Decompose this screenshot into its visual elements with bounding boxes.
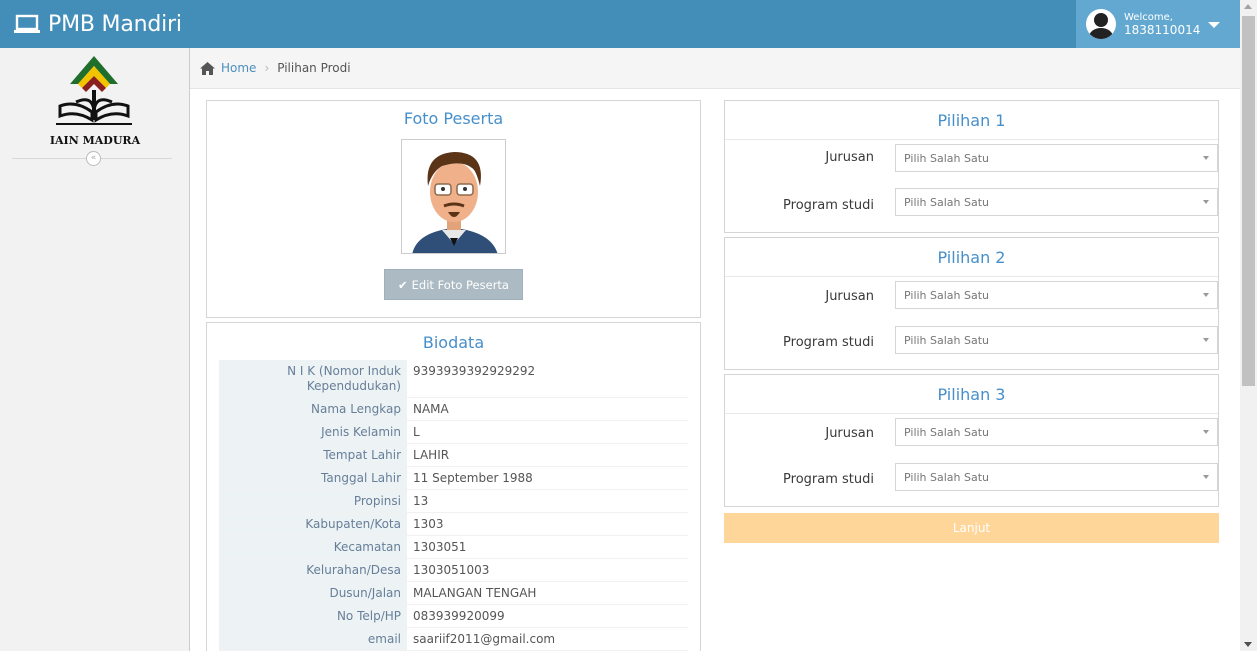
biodata-value: 083939920099 — [413, 609, 505, 623]
table-row: No Telp/HP 083939920099 — [219, 605, 688, 628]
biodata-value: 1303051003 — [413, 563, 490, 577]
lanjut-button[interactable]: Lanjut — [724, 513, 1219, 543]
username: 1838110014 — [1124, 23, 1201, 37]
biodata-value: 1303 — [413, 517, 444, 531]
dropdown-arrow-icon — [1203, 293, 1209, 297]
panel-divider — [725, 413, 1218, 414]
check-icon: ✔ — [398, 277, 408, 292]
caret-down-icon — [1208, 22, 1220, 28]
biodata-value: 13 — [413, 494, 429, 508]
page-scrollbar[interactable] — [1240, 0, 1257, 651]
jurusan-2-label: Jurusan — [825, 289, 874, 304]
brand-title: PMB Mandiri — [48, 11, 182, 37]
breadcrumb: Home › Pilihan Prodi — [190, 48, 1240, 89]
prodi-2-value: Pilih Salah Satu — [904, 333, 990, 347]
dropdown-arrow-icon — [1203, 475, 1209, 479]
biodata-label: Kecamatan — [219, 536, 407, 558]
home-icon — [200, 61, 215, 75]
sidebar-collapse-button[interactable]: « — [86, 151, 101, 166]
biodata-label: Tempat Lahir — [219, 444, 407, 466]
biodata-table: N I K (Nomor Induk Kependudukan) 9393939… — [219, 360, 688, 651]
biodata-label: Kelurahan/Desa — [219, 559, 407, 581]
pilihan-2-title: Pilihan 2 — [937, 248, 1006, 267]
biodata-label: N I K (Nomor Induk Kependudukan) — [219, 360, 407, 397]
dropdown-arrow-icon — [1203, 200, 1209, 204]
biodata-value: saariif2011@gmail.com — [413, 632, 556, 646]
biodata-value: 9393939392929292 — [413, 364, 536, 378]
pilihan-1-title: Pilihan 1 — [937, 111, 1006, 130]
breadcrumb-current: Pilihan Prodi — [277, 61, 351, 75]
table-row: Dusun/Jalan MALANGAN TENGAH — [219, 582, 688, 605]
panel-divider — [725, 139, 1218, 140]
scroll-up-icon[interactable] — [1244, 4, 1252, 9]
top-navbar: PMB Mandiri Welcome, 1838110014 — [0, 0, 1240, 48]
table-row: Tanggal Lahir 11 September 1988 — [219, 467, 688, 490]
biodata-value: MALANGAN TENGAH — [413, 586, 537, 600]
photo-panel-title: Foto Peserta — [403, 109, 504, 128]
prodi-2-select[interactable]: Pilih Salah Satu — [895, 326, 1218, 354]
jurusan-3-label: Jurusan — [825, 426, 874, 441]
biodata-label: Propinsi — [219, 490, 407, 512]
dropdown-arrow-icon — [1203, 338, 1209, 342]
prodi-1-value: Pilih Salah Satu — [904, 195, 990, 209]
biodata-value: 11 September 1988 — [413, 471, 533, 485]
table-row: Kabupaten/Kota 1303 — [219, 513, 688, 536]
panel-divider — [725, 276, 1218, 277]
biodata-title: Biodata — [422, 333, 485, 352]
dropdown-arrow-icon — [1203, 430, 1209, 434]
jurusan-3-value: Pilih Salah Satu — [904, 425, 990, 439]
biodata-value: LAHIR — [413, 448, 450, 462]
table-row: Propinsi 13 — [219, 490, 688, 513]
user-menu[interactable]: Welcome, 1838110014 — [1076, 0, 1240, 48]
jurusan-1-select[interactable]: Pilih Salah Satu — [895, 144, 1218, 172]
pilihan-3-title: Pilihan 3 — [937, 385, 1006, 404]
participant-photo — [401, 139, 506, 254]
biodata-value: NAMA — [413, 402, 449, 416]
scroll-thumb[interactable] — [1242, 16, 1255, 386]
prodi-1-label: Program studi — [783, 198, 874, 213]
jurusan-2-select[interactable]: Pilih Salah Satu — [895, 281, 1218, 309]
jurusan-1-value: Pilih Salah Satu — [904, 151, 990, 165]
table-row: N I K (Nomor Induk Kependudukan) 9393939… — [219, 360, 688, 398]
laptop-icon — [14, 14, 40, 33]
brand[interactable]: PMB Mandiri — [14, 0, 182, 48]
welcome-text: Welcome, 1838110014 — [1124, 12, 1200, 36]
biodata-label: Nama Lengkap — [219, 398, 407, 420]
dropdown-arrow-icon — [1203, 156, 1209, 160]
biodata-label: email — [219, 628, 407, 650]
prodi-2-label: Program studi — [783, 335, 874, 350]
table-row: Jenis Kelamin L — [219, 421, 688, 444]
biodata-label: Jenis Kelamin — [219, 421, 407, 443]
jurusan-1-label: Jurusan — [825, 150, 874, 165]
prodi-3-value: Pilih Salah Satu — [904, 470, 990, 484]
biodata-value: 1303051 — [413, 540, 467, 554]
iain-madura-logo — [56, 56, 132, 125]
table-row: Kecamatan 1303051 — [219, 536, 688, 559]
breadcrumb-home-link[interactable]: Home — [221, 61, 256, 75]
biodata-value: L — [413, 425, 420, 439]
biodata-label: No Telp/HP — [219, 605, 407, 627]
table-row: Nama Lengkap NAMA — [219, 398, 688, 421]
user-avatar-icon — [1086, 9, 1116, 39]
breadcrumb-separator: › — [264, 61, 270, 75]
biodata-label: Dusun/Jalan — [219, 582, 407, 604]
table-row: email saariif2011@gmail.com — [219, 628, 688, 651]
prodi-3-select[interactable]: Pilih Salah Satu — [895, 463, 1218, 491]
jurusan-3-select[interactable]: Pilih Salah Satu — [895, 418, 1218, 446]
jurusan-2-value: Pilih Salah Satu — [904, 288, 990, 302]
scroll-down-icon[interactable] — [1244, 642, 1252, 647]
edit-photo-button[interactable]: ✔ Edit Foto Peserta — [384, 269, 523, 300]
logo-text: IAIN MADURA — [49, 134, 141, 147]
biodata-label: Kabupaten/Kota — [219, 513, 407, 535]
table-row: Tempat Lahir LAHIR — [219, 444, 688, 467]
edit-photo-label: Edit Foto Peserta — [411, 277, 509, 292]
biodata-label: Tanggal Lahir — [219, 467, 407, 489]
prodi-1-select[interactable]: Pilih Salah Satu — [895, 188, 1218, 216]
sidebar: IAIN MADURA « — [0, 48, 190, 651]
table-row: Kelurahan/Desa 1303051003 — [219, 559, 688, 582]
prodi-3-label: Program studi — [783, 472, 874, 487]
